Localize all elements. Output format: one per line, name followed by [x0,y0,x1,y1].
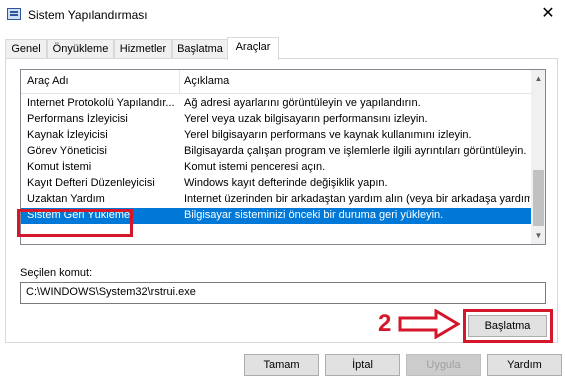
tab-startup[interactable]: Başlatma [172,39,228,59]
list-rows: Internet Protokolü Yapılandır... Ağ adre… [21,96,531,224]
ok-button[interactable]: Tamam [244,354,319,376]
tool-description: Ağ adresi ayarlarını görüntüleyin ve yap… [184,97,421,109]
list-item[interactable]: Görev Yöneticisi Bilgisayarda çalışan pr… [21,144,531,160]
tool-description: Internet üzerinden bir arkadaştan yardım… [184,193,530,205]
scroll-up-icon[interactable]: ▲ [531,70,545,87]
tool-description: Yerel bilgisayarın performans ve kaynak … [184,129,472,141]
column-header-tool-name[interactable]: Araç Adı [27,75,69,87]
scroll-down-icon[interactable]: ▼ [531,227,545,244]
window-title: Sistem Yapılandırması [28,8,148,22]
cancel-button[interactable]: İptal [325,354,400,376]
close-button[interactable]: ✕ [535,2,561,26]
tools-panel: Araç Adı Açıklama Internet Protokolü Yap… [5,58,558,343]
arrow-right-icon [398,309,460,339]
vertical-scrollbar[interactable]: ▲ ▼ [531,70,545,244]
tool-description: Bilgisayar sisteminizi önceki bir duruma… [184,209,444,221]
tool-description: Windows kayıt defterinde değişiklik yapı… [184,177,388,189]
tool-name: Kayıt Defteri Düzenleyicisi [27,177,155,189]
tab-general[interactable]: Genel [5,39,47,59]
launch-button-annotation [463,309,553,343]
list-item[interactable]: Performans İzleyicisi Yerel veya uzak bi… [21,112,531,128]
step-number-annotation: 2 [378,310,392,337]
column-header-description[interactable]: Açıklama [184,75,229,87]
tab-services[interactable]: Hizmetler [114,39,172,59]
tool-name: Kaynak İzleyicisi [27,129,108,141]
tool-name: Performans İzleyicisi [27,113,128,125]
help-button[interactable]: Yardım [487,354,562,376]
tool-name: Komut İstemi [27,161,92,173]
list-item[interactable]: Uzaktan Yardım Internet üzerinden bir ar… [21,192,531,208]
selected-command-label: Seçilen komut: [20,267,93,279]
tool-description: Komut istemi penceresi açın. [184,161,326,173]
apply-button[interactable]: Uygula [406,354,481,376]
tool-description: Yerel veya uzak bilgisayarın performansı… [184,113,428,125]
tab-tools[interactable]: Araçlar [227,37,279,60]
column-divider[interactable] [179,70,180,94]
tool-name: Uzaktan Yardım [27,193,105,205]
title-bar: Sistem Yapılandırması ✕ [0,0,565,30]
list-item[interactable]: Kaynak İzleyicisi Yerel bilgisayarın per… [21,128,531,144]
tool-name: Görev Yöneticisi [27,145,107,157]
list-header: Araç Adı Açıklama [21,70,531,94]
tool-description: Bilgisayarda çalışan program ve işlemler… [184,145,527,157]
selection-highlight-annotation [17,209,133,237]
scroll-thumb[interactable] [533,170,544,226]
tab-boot[interactable]: Önyükleme [47,39,114,59]
system-configuration-icon [7,8,21,20]
selected-command-field: C:\WINDOWS\System32\rstrui.exe [20,282,546,304]
tool-name: Internet Protokolü Yapılandır... [27,97,175,109]
list-item[interactable]: Kayıt Defteri Düzenleyicisi Windows kayı… [21,176,531,192]
list-item[interactable]: Internet Protokolü Yapılandır... Ağ adre… [21,96,531,112]
list-item[interactable]: Komut İstemi Komut istemi penceresi açın… [21,160,531,176]
